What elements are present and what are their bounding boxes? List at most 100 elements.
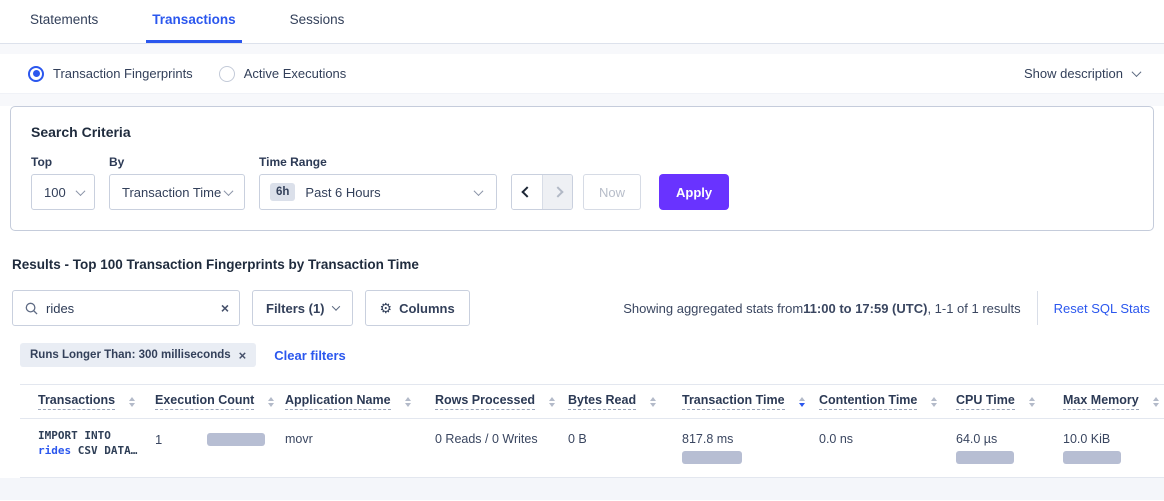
search-criteria-card: Search Criteria Top 100 By Transaction T… — [10, 106, 1154, 231]
sort-icon — [650, 397, 656, 407]
divider — [1037, 291, 1038, 325]
chevron-down-icon — [331, 302, 339, 310]
show-description-toggle[interactable]: Show description — [1024, 66, 1140, 81]
sort-icon — [268, 397, 274, 407]
execution-count-bar — [207, 433, 265, 446]
sort-icon — [1029, 397, 1035, 407]
by-label: By — [109, 155, 245, 169]
search-box[interactable]: × — [12, 290, 240, 326]
application-name-cell: movr — [285, 419, 435, 478]
radio-selected-icon — [28, 66, 44, 82]
time-range-value: Past 6 Hours — [305, 185, 380, 200]
chevron-down-icon — [76, 186, 86, 196]
page-bottom-background — [0, 478, 1164, 500]
table-header-row: Transactions Execution Count Application… — [20, 385, 1164, 419]
col-header-cpu-time[interactable]: CPU Time — [956, 385, 1063, 419]
chevron-down-icon — [1132, 67, 1142, 77]
col-header-max-memory[interactable]: Max Memory — [1063, 385, 1164, 419]
radio-unselected-icon — [219, 66, 235, 82]
radio-active-executions[interactable]: Active Executions — [219, 66, 347, 82]
cpu-time-bar — [956, 451, 1014, 464]
cpu-time-cell: 64.0 µs — [956, 419, 1063, 478]
time-range-select[interactable]: 6h Past 6 Hours — [259, 174, 497, 210]
sort-icon — [1153, 397, 1159, 407]
results-table: Transactions Execution Count Application… — [20, 384, 1164, 478]
time-range-label: Time Range — [259, 155, 497, 169]
max-memory-cell: 10.0 KiB — [1063, 419, 1164, 478]
caret-left-icon — [521, 186, 532, 197]
top-label: Top — [31, 155, 95, 169]
remove-filter-icon[interactable]: × — [239, 349, 247, 362]
reset-sql-stats-link[interactable]: Reset SQL Stats — [1054, 301, 1150, 316]
sort-icon — [405, 397, 411, 407]
chevron-down-icon — [224, 186, 234, 196]
contention-time-cell: 0.0 ns — [819, 419, 956, 478]
col-header-rows-processed[interactable]: Rows Processed — [435, 385, 568, 419]
filter-pill: Runs Longer Than: 300 milliseconds × — [20, 343, 256, 367]
active-filters-row: Runs Longer Than: 300 milliseconds × Cle… — [20, 343, 1152, 367]
col-header-execution-count[interactable]: Execution Count — [155, 385, 285, 419]
time-nav-group — [511, 174, 573, 210]
top-select[interactable]: 100 — [31, 174, 95, 210]
stats-suffix: , 1-1 of 1 results — [927, 301, 1020, 316]
stats-range: 11:00 to 17:59 (UTC) — [803, 301, 927, 316]
now-button[interactable]: Now — [583, 174, 641, 210]
filter-pill-label: Runs Longer Than: 300 milliseconds — [30, 349, 231, 361]
transaction-fingerprint-link[interactable]: IMPORT INTO rides CSV DATA… — [20, 419, 155, 478]
tab-statements[interactable]: Statements — [24, 0, 104, 43]
top-tab-bar: Statements Transactions Sessions — [0, 0, 1164, 44]
by-select[interactable]: Transaction Time — [109, 174, 245, 210]
col-header-transactions[interactable]: Transactions — [20, 385, 155, 419]
time-range-badge: 6h — [270, 183, 295, 201]
top-field: Top 100 — [31, 155, 95, 210]
search-input[interactable] — [46, 301, 221, 316]
col-header-bytes-read[interactable]: Bytes Read — [568, 385, 682, 419]
radio-label: Transaction Fingerprints — [53, 66, 193, 81]
transaction-time-value: 817.8 ms — [682, 432, 819, 446]
sort-icon — [931, 397, 937, 407]
rows-processed-cell: 0 Reads / 0 Writes — [435, 419, 568, 478]
time-range-field: Time Range 6h Past 6 Hours — [259, 155, 497, 210]
time-next-button[interactable] — [542, 175, 572, 209]
tab-sessions[interactable]: Sessions — [284, 0, 351, 43]
filters-button[interactable]: Filters (1) — [252, 290, 353, 326]
transaction-time-cell: 817.8 ms — [682, 419, 819, 478]
query-line-2: rides CSV DATA… — [38, 443, 155, 458]
bytes-read-cell: 0 B — [568, 419, 682, 478]
transaction-time-bar — [682, 451, 742, 464]
results-heading: Results - Top 100 Transaction Fingerprin… — [12, 257, 1152, 272]
col-header-contention-time[interactable]: Contention Time — [819, 385, 956, 419]
show-description-label: Show description — [1024, 66, 1123, 81]
search-criteria-title: Search Criteria — [31, 124, 1133, 140]
col-header-transaction-time[interactable]: Transaction Time — [682, 385, 819, 419]
clear-search-icon[interactable]: × — [221, 301, 229, 315]
query-rest: CSV DATA… — [71, 444, 137, 457]
spacer — [0, 94, 1164, 106]
columns-button[interactable]: ⚙ Columns — [365, 290, 470, 326]
execution-count-cell: 1 — [155, 419, 285, 478]
search-icon — [25, 302, 38, 315]
max-memory-bar — [1063, 451, 1121, 464]
apply-button[interactable]: Apply — [659, 174, 729, 210]
filters-label: Filters (1) — [266, 301, 325, 316]
sort-icon — [799, 397, 805, 407]
aggregated-stats-text: Showing aggregated stats from 11:00 to 1… — [623, 301, 1020, 316]
clear-filters-link[interactable]: Clear filters — [274, 348, 346, 363]
caret-right-icon — [552, 186, 563, 197]
query-highlight: rides — [38, 444, 71, 457]
gear-icon: ⚙ — [380, 300, 393, 317]
chevron-down-icon — [474, 186, 484, 196]
col-header-application-name[interactable]: Application Name — [285, 385, 435, 419]
sort-icon — [549, 397, 555, 407]
max-memory-value: 10.0 KiB — [1063, 432, 1164, 446]
table-row: IMPORT INTO rides CSV DATA… 1 movr 0 Rea… — [20, 419, 1164, 478]
by-select-value: Transaction Time — [122, 185, 221, 200]
tab-transactions[interactable]: Transactions — [146, 0, 241, 43]
top-select-value: 100 — [44, 185, 66, 200]
time-prev-button[interactable] — [512, 175, 542, 209]
cpu-time-value: 64.0 µs — [956, 432, 1063, 446]
results-controls: × Filters (1) ⚙ Columns Showing aggregat… — [12, 290, 1152, 326]
stats-prefix: Showing aggregated stats from — [623, 301, 803, 316]
radio-transaction-fingerprints[interactable]: Transaction Fingerprints — [28, 66, 193, 82]
columns-label: Columns — [399, 301, 455, 316]
